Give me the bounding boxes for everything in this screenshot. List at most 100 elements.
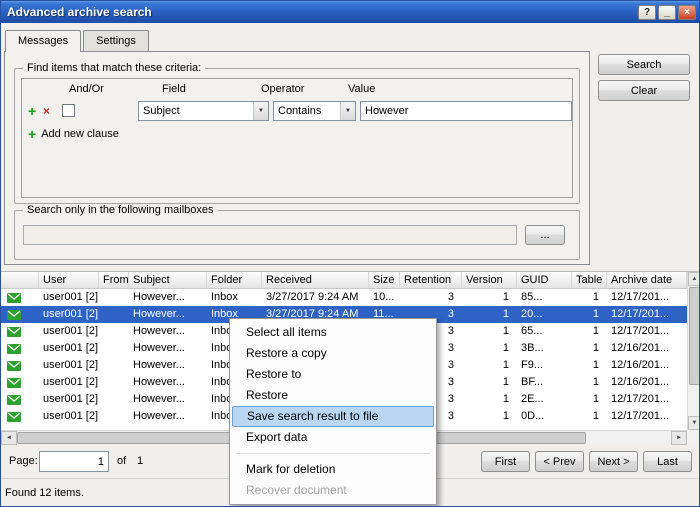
scroll-right-icon[interactable]: ► — [671, 431, 687, 445]
menu-item[interactable]: Select all items — [232, 322, 434, 343]
cell-user: user001 [2] — [39, 323, 99, 340]
andor-header: And/Or — [69, 83, 104, 95]
column-header[interactable]: Retention — [400, 272, 462, 288]
field-select[interactable]: Subject ▼ — [138, 101, 269, 121]
cell-user: user001 [2] — [39, 374, 99, 391]
criteria-groupbox: Find items that match these criteria: An… — [14, 68, 580, 204]
clause-box: And/Or Field Operator Value + × Subject … — [21, 78, 573, 198]
add-clause-icon[interactable]: + — [28, 102, 36, 120]
scroll-left-icon[interactable]: ◄ — [1, 431, 17, 445]
cell-from — [99, 408, 129, 425]
column-header[interactable]: Table — [572, 272, 607, 288]
tab-strip: Messages Settings — [5, 30, 151, 51]
cell-version: 1 — [462, 289, 517, 306]
browse-mailboxes-button[interactable]: ... — [525, 225, 565, 245]
advanced-archive-search-window: Advanced archive search ? _ × Messages S… — [0, 0, 700, 507]
menu-item[interactable]: Save search result to file — [232, 406, 434, 427]
column-header[interactable]: Archive date — [607, 272, 687, 288]
tab-settings[interactable]: Settings — [83, 30, 149, 51]
column-header[interactable]: Received — [262, 272, 369, 288]
cell-table: 1 — [572, 391, 607, 408]
column-header[interactable]: Version — [462, 272, 517, 288]
cell-icon — [1, 357, 39, 374]
operator-header: Operator — [261, 83, 304, 95]
cell-table: 1 — [572, 289, 607, 306]
page-number-input[interactable] — [39, 451, 109, 472]
add-new-clause-link[interactable]: + Add new clause — [28, 126, 119, 142]
cell-guid: 20... — [517, 306, 572, 323]
column-header[interactable]: From — [99, 272, 129, 288]
column-header[interactable]: Folder — [207, 272, 262, 288]
scroll-up-icon[interactable]: ▲ — [688, 272, 700, 286]
cell-table: 1 — [572, 323, 607, 340]
cell-icon — [1, 323, 39, 340]
prev-page-button[interactable]: < Prev — [535, 451, 584, 472]
menu-item[interactable]: Restore to — [232, 364, 434, 385]
menu-separator — [236, 453, 430, 454]
next-page-button[interactable]: Next > — [589, 451, 638, 472]
add-new-clause-label: Add new clause — [41, 128, 119, 140]
cell-guid: BF... — [517, 374, 572, 391]
vertical-scrollbar[interactable]: ▲ ▼ — [687, 272, 700, 430]
page-label: Page: — [9, 455, 38, 467]
cell-user: user001 [2] — [39, 340, 99, 357]
operator-select[interactable]: Contains ▼ — [273, 101, 356, 121]
search-button[interactable]: Search — [598, 54, 690, 75]
cell-icon — [1, 289, 39, 306]
mailboxes-groupbox: Search only in the following mailboxes .… — [14, 210, 580, 260]
value-input[interactable] — [360, 101, 572, 121]
mail-icon — [7, 327, 21, 337]
menu-item[interactable]: Restore a copy — [232, 343, 434, 364]
minimize-button[interactable]: _ — [658, 5, 676, 20]
cell-archive_date: 12/17/201... — [607, 306, 687, 323]
cell-version: 1 — [462, 391, 517, 408]
cell-subject: However... — [129, 289, 207, 306]
cell-archive_date: 12/17/201... — [607, 391, 687, 408]
cell-subject: However... — [129, 340, 207, 357]
messages-tab-panel: Find items that match these criteria: An… — [4, 51, 590, 265]
title-bar[interactable]: Advanced archive search ? _ × — [1, 1, 699, 23]
cell-archive_date: 12/16/201... — [607, 357, 687, 374]
mailbox-input[interactable] — [23, 225, 517, 245]
cell-retention: 3 — [400, 289, 462, 306]
cell-user: user001 [2] — [39, 306, 99, 323]
remove-clause-icon[interactable]: × — [43, 103, 50, 119]
operator-select-value: Contains — [274, 105, 340, 117]
cell-version: 1 — [462, 374, 517, 391]
cell-icon — [1, 340, 39, 357]
menu-item: Recover document — [232, 480, 434, 501]
chevron-down-icon[interactable]: ▼ — [340, 102, 355, 120]
vertical-scroll-thumb[interactable] — [689, 287, 700, 385]
cell-table: 1 — [572, 374, 607, 391]
cell-received: 3/27/2017 9:24 AM — [262, 289, 369, 306]
first-page-button[interactable]: First — [481, 451, 530, 472]
column-header[interactable]: User — [39, 272, 99, 288]
cell-subject: However... — [129, 374, 207, 391]
last-page-button[interactable]: Last — [643, 451, 692, 472]
column-header[interactable] — [1, 272, 39, 288]
clause-checkbox[interactable] — [62, 104, 75, 117]
cell-subject: However... — [129, 306, 207, 323]
value-header: Value — [348, 83, 375, 95]
menu-item[interactable]: Mark for deletion — [232, 459, 434, 480]
cell-from — [99, 323, 129, 340]
menu-item[interactable]: Restore — [232, 385, 434, 406]
chevron-down-icon[interactable]: ▼ — [253, 102, 268, 120]
results-header: UserFromSubjectFolderReceivedSizeRetenti… — [1, 272, 687, 289]
close-button[interactable]: × — [678, 5, 696, 20]
column-header[interactable]: Subject — [129, 272, 207, 288]
cell-guid: 3B... — [517, 340, 572, 357]
help-button[interactable]: ? — [638, 5, 656, 20]
clear-button[interactable]: Clear — [598, 80, 690, 101]
mail-icon — [7, 361, 21, 371]
field-header: Field — [162, 83, 186, 95]
menu-item[interactable]: Export data — [232, 427, 434, 448]
column-header[interactable]: Size — [369, 272, 400, 288]
mail-icon — [7, 293, 21, 303]
table-row[interactable]: user001 [2]However...Inbox3/27/2017 9:24… — [1, 289, 687, 306]
tab-messages[interactable]: Messages — [5, 30, 81, 52]
cell-subject: However... — [129, 323, 207, 340]
scroll-down-icon[interactable]: ▼ — [688, 416, 700, 430]
column-header[interactable]: GUID — [517, 272, 572, 288]
cell-archive_date: 12/17/201... — [607, 408, 687, 425]
